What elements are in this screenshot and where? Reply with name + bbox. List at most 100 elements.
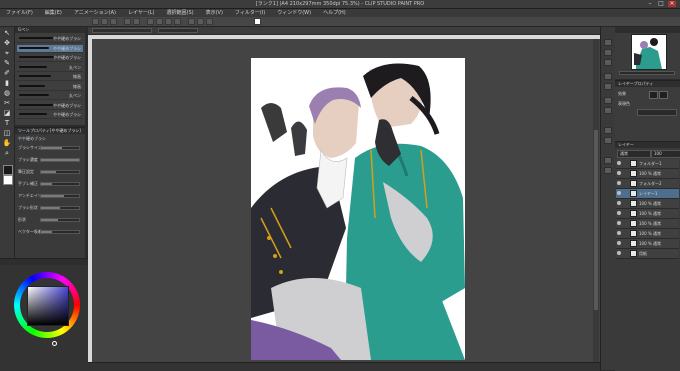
property-slider[interactable] — [40, 170, 80, 174]
sub-tool-item[interactable]: やや硬めブラシ — [17, 54, 83, 62]
property-slider[interactable] — [40, 194, 80, 198]
navigator-thumbnail[interactable] — [631, 34, 667, 70]
menu-view[interactable]: 表示(V) — [200, 9, 229, 17]
ruler-snap-icon[interactable] — [197, 18, 204, 25]
property-slider[interactable] — [40, 146, 80, 150]
zoom-slider[interactable] — [619, 71, 675, 75]
airbrush-tool-icon[interactable]: ◍ — [2, 89, 12, 98]
visibility-eye-icon[interactable] — [617, 251, 621, 255]
material-icon[interactable] — [604, 73, 612, 80]
new-file-icon[interactable] — [92, 18, 99, 25]
sub-tool-item[interactable]: 丸ペン — [17, 64, 83, 72]
sub-tool-item[interactable]: 線画 — [17, 73, 83, 81]
artwork-canvas[interactable] — [251, 58, 465, 360]
eraser-tool-icon[interactable]: ✂ — [2, 99, 12, 108]
layer-row[interactable]: 100 % 通常 — [616, 219, 679, 229]
visibility-eye-icon[interactable] — [617, 181, 621, 185]
layer-row[interactable]: 用紙 — [616, 249, 679, 259]
menu-filter[interactable]: フィルター(I) — [229, 9, 271, 17]
visibility-eye-icon[interactable] — [617, 231, 621, 235]
opacity-field[interactable]: 100 — [651, 150, 680, 158]
menu-help[interactable]: ヘルプ(H) — [317, 9, 352, 17]
property-slider[interactable] — [40, 230, 80, 234]
clear-icon[interactable] — [147, 18, 154, 25]
sub-tool-item[interactable]: やや硬めブラシ — [17, 44, 83, 53]
sub-tool-item[interactable]: 丸ペン — [17, 92, 83, 100]
visibility-eye-icon[interactable] — [617, 241, 621, 245]
deselect-icon[interactable] — [165, 18, 172, 25]
sub-tool-item[interactable]: やや硬めブラシ — [17, 102, 83, 110]
layer-property-tab[interactable]: レイヤープロパティ — [615, 81, 653, 86]
property-slider[interactable] — [40, 218, 80, 222]
menu-edit[interactable]: 編集(E) — [39, 9, 68, 17]
maximize-button[interactable]: □ — [657, 1, 665, 7]
color-history-icon[interactable] — [604, 167, 612, 174]
undo-icon[interactable] — [124, 18, 131, 25]
effect-tone-icon[interactable] — [659, 91, 668, 99]
move-tool-icon[interactable]: ✥ — [2, 39, 12, 48]
sub-view-icon[interactable] — [604, 49, 612, 56]
layer-row[interactable]: 100 % 通常 — [616, 169, 679, 179]
minimize-button[interactable]: – — [646, 1, 654, 7]
grid-snap-icon[interactable] — [206, 18, 213, 25]
navigator-icon[interactable] — [604, 39, 612, 46]
text-tool-icon[interactable]: T — [2, 119, 12, 128]
history-icon[interactable] — [604, 127, 612, 134]
layer-row[interactable]: 100 % 通常 — [616, 199, 679, 209]
main-color-chip[interactable] — [3, 165, 13, 175]
pen-tool-icon[interactable]: ✎ — [2, 59, 12, 68]
zoom-tool-icon[interactable]: ⌕ — [2, 149, 12, 158]
tab-secondary[interactable] — [158, 28, 198, 33]
property-slider[interactable] — [40, 182, 80, 186]
sub-tool-item[interactable]: やや硬めブラシ — [17, 35, 83, 43]
saturation-value-square[interactable] — [27, 286, 69, 326]
info-icon[interactable] — [604, 59, 612, 66]
scrollbar-thumb[interactable] — [594, 130, 598, 310]
menu-file[interactable]: ファイル(F) — [0, 9, 39, 17]
menu-animation[interactable]: アニメーション(A) — [68, 9, 122, 17]
select-tool-icon[interactable]: ↖ — [2, 29, 12, 38]
invert-selection-icon[interactable] — [174, 18, 181, 25]
close-button[interactable]: ✕ — [668, 1, 676, 7]
frame-tool-icon[interactable]: ◫ — [2, 129, 12, 138]
sub-tool-tab[interactable]: Gペン — [15, 27, 29, 32]
save-icon[interactable] — [110, 18, 117, 25]
visibility-eye-icon[interactable] — [617, 161, 621, 165]
menu-window[interactable]: ウィンドウ(W) — [271, 9, 317, 17]
sub-tool-item[interactable]: やや硬めブラシ — [17, 111, 83, 119]
layer-search-icon[interactable] — [604, 97, 612, 104]
clip-studio-icon[interactable] — [254, 18, 261, 25]
color-set-icon[interactable] — [604, 157, 612, 164]
effect-border-icon[interactable] — [649, 91, 658, 99]
snap-icon[interactable] — [188, 18, 195, 25]
layer-tab[interactable]: レイヤー — [615, 142, 634, 147]
visibility-eye-icon[interactable] — [617, 171, 621, 175]
layer-row[interactable]: 100 % 通常 — [616, 229, 679, 239]
lasso-tool-icon[interactable]: ⌖ — [2, 49, 12, 58]
sub-color-chip[interactable] — [3, 175, 13, 185]
property-slider[interactable] — [40, 206, 80, 210]
visibility-eye-icon[interactable] — [617, 191, 621, 195]
property-slider[interactable] — [40, 158, 80, 162]
timeline-icon[interactable] — [604, 137, 612, 144]
layer-row[interactable]: フォルダー1 — [616, 159, 679, 169]
sub-tool-item[interactable]: 線画 — [17, 83, 83, 91]
hand-tool-icon[interactable]: ✋ — [2, 139, 12, 148]
layer-row[interactable]: 100 % 通常 — [616, 209, 679, 219]
expression-color-select[interactable] — [637, 109, 677, 116]
visibility-eye-icon[interactable] — [617, 201, 621, 205]
document-tab[interactable] — [92, 28, 152, 33]
layer-row[interactable]: レイヤー1 — [616, 189, 679, 199]
menu-layer[interactable]: レイヤー(L) — [122, 9, 161, 17]
tool-property-tab[interactable]: ツールプロパティ[やや硬めブラシ] — [15, 128, 81, 133]
pencil-tool-icon[interactable]: ✐ — [2, 69, 12, 78]
visibility-eye-icon[interactable] — [617, 211, 621, 215]
open-file-icon[interactable] — [101, 18, 108, 25]
blend-mode-select[interactable]: 通常 — [617, 150, 651, 158]
transform-icon[interactable] — [156, 18, 163, 25]
brush-tool-icon[interactable]: ▮ — [2, 79, 12, 88]
layer-row[interactable]: 100 % 通常 — [616, 239, 679, 249]
menu-select[interactable]: 選択範囲(S) — [161, 9, 200, 17]
blend-tool-icon[interactable]: ◪ — [2, 109, 12, 118]
material-2-icon[interactable] — [604, 83, 612, 90]
